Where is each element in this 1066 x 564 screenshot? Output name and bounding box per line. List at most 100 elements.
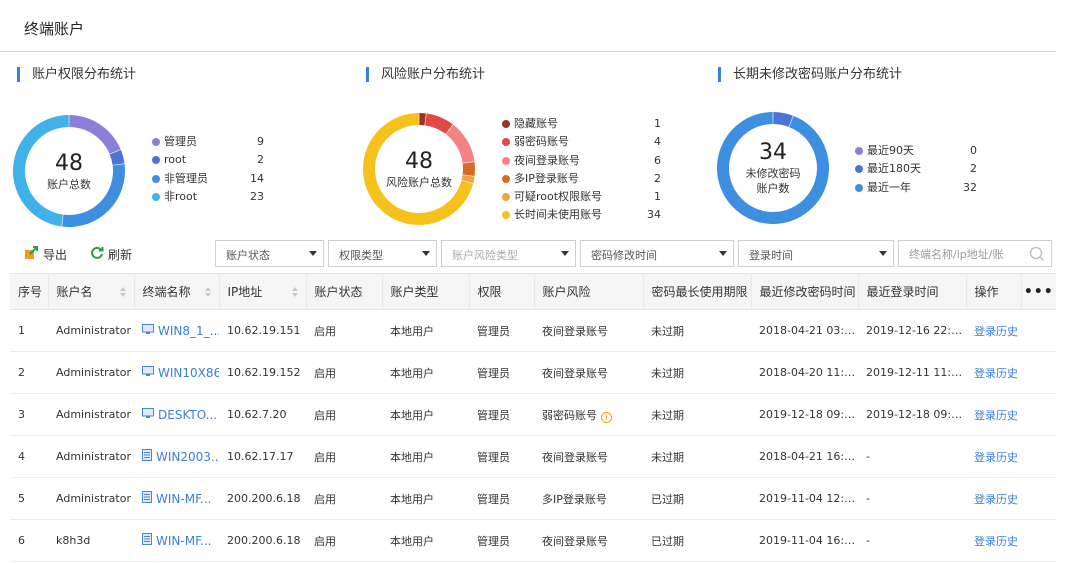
cell-permission: 管理员 [469, 519, 534, 562]
legend-item[interactable]: 非管理员 14 [152, 170, 264, 188]
terminal-link[interactable]: WIN10X86 [142, 365, 219, 380]
legend-item[interactable]: 夜间登录账号 6 [502, 152, 661, 170]
column-header[interactable]: 终端名称 [134, 273, 220, 310]
column-header: 密码最长使用期限 [643, 273, 752, 310]
cell-account: Administrator [48, 309, 134, 352]
legend-dot-icon [152, 174, 160, 183]
column-header-label: 账户名 [56, 285, 93, 299]
chevron-down-icon [561, 251, 569, 256]
risk-type-select[interactable]: 账户风险类型 [441, 240, 576, 267]
page-title: 终端账户 [24, 20, 85, 38]
search-input[interactable] [909, 246, 1027, 262]
legend-item[interactable]: 可疑root权限账号 1 [502, 188, 661, 206]
cell-pwd-modified: 2018-04-20 11:40... [751, 351, 858, 394]
terminal-link[interactable]: WIN2003... [142, 449, 219, 464]
cell-permission: 管理员 [469, 351, 534, 394]
donut-slice-非root[interactable] [12, 115, 69, 227]
cell-pwd-expire: 未过期 [643, 393, 751, 436]
donut-slice-管理员[interactable] [69, 115, 121, 154]
cell-status: 启用 [306, 435, 382, 478]
password-donut-svg [717, 112, 830, 224]
login-history-link[interactable]: 登录历史 [974, 535, 1018, 548]
legend-item[interactable]: 弱密码账号 4 [502, 133, 661, 151]
table-header-row: 序号 账户名 终端名称 IP地址 账户状态 账户类型 权限 账户风险 密码最长使… [10, 273, 1056, 310]
legend-dot-icon [152, 192, 160, 201]
chevron-down-icon [879, 251, 887, 256]
sort-icon[interactable] [119, 287, 126, 297]
sort-icon[interactable] [204, 287, 211, 297]
legend-item[interactable]: 最近90天 0 [855, 142, 977, 160]
login-time-select[interactable]: 登录时间 [738, 240, 894, 267]
terminal-name: WIN2003... [156, 449, 219, 464]
terminal-link[interactable]: WIN-MF... [142, 533, 211, 548]
cell-status: 启用 [306, 393, 382, 436]
monitor-icon [142, 365, 154, 380]
login-history-link[interactable]: 登录历史 [974, 325, 1018, 338]
column-header[interactable]: IP地址 [219, 273, 307, 310]
cell-account: Administrator [48, 393, 134, 436]
legend-item[interactable]: 多IP登录账号 2 [502, 170, 661, 188]
column-header[interactable]: 账户名 [48, 273, 135, 310]
cell-type: 本地用户 [382, 351, 469, 394]
column-header: 权限 [469, 273, 535, 310]
cell-pwd-expire: 未过期 [643, 309, 751, 352]
risk-donut-chart: 48 风险账户总数 [362, 112, 476, 226]
legend-value: 1 [654, 190, 661, 204]
search-box [898, 240, 1052, 267]
legend-item[interactable]: 管理员 9 [152, 133, 264, 151]
sort-icon[interactable] [291, 287, 298, 297]
terminal-name: WIN-MF... [156, 533, 212, 548]
column-header: 序号 [10, 273, 49, 310]
column-header-label: IP地址 [227, 285, 263, 299]
legend-value: 23 [250, 189, 264, 203]
cell-ip: 10.62.7.20 [219, 393, 306, 436]
risk-type-value: 账户风险类型 [452, 249, 518, 262]
cell-ip: 200.200.6.18 [219, 477, 306, 520]
login-history-link[interactable]: 登录历史 [974, 451, 1018, 464]
more-options-button[interactable]: ••• [1021, 273, 1056, 310]
legend-item[interactable]: 隐藏账号 1 [502, 115, 661, 133]
cell-no: 5 [10, 477, 48, 520]
column-header: 账户类型 [382, 273, 470, 310]
donut-slice-隐藏账号[interactable] [419, 113, 426, 126]
permission-legend: 管理员 9 root 2 非管理员 14 非root 23 [152, 133, 264, 206]
donut-slice-夜间登录账号[interactable] [445, 124, 475, 163]
cell-no: 4 [10, 435, 48, 478]
legend-item[interactable]: 长时间未使用账号 34 [502, 206, 661, 224]
donut-slice-非管理员[interactable] [62, 164, 125, 227]
legend-name: 多IP登录账号 [514, 171, 579, 185]
permission-type-select[interactable]: 权限类型 [328, 240, 437, 267]
terminal-link[interactable]: WIN-MF... [142, 491, 211, 506]
permission-type-value: 权限类型 [339, 249, 383, 262]
legend-dot-icon [855, 165, 863, 174]
legend-item[interactable]: 最近180天 2 [855, 160, 977, 178]
refresh-button[interactable]: 刷新 [90, 244, 132, 264]
chevron-down-icon [719, 251, 727, 256]
cell-pwd-expire: 已过期 [643, 477, 751, 520]
login-history-link[interactable]: 登录历史 [974, 493, 1018, 506]
info-icon[interactable]: i [601, 411, 612, 423]
table-row: 2 Administrator WIN10X86 10.62.19.152 启用 本地用户… [10, 351, 1056, 394]
search-icon[interactable] [1029, 246, 1045, 265]
cell-ip: 200.200.6.18 [219, 519, 306, 562]
donut-slice-最近一年[interactable] [717, 112, 830, 224]
terminal-link[interactable]: DESKTO... [142, 407, 217, 422]
terminal-link[interactable]: WIN8_1_... [142, 323, 219, 338]
legend-name: 非管理员 [164, 171, 208, 185]
legend-item[interactable]: 最近一年 32 [855, 179, 977, 197]
cell-last-login: - [858, 477, 966, 520]
cell-type: 本地用户 [382, 477, 469, 520]
account-status-select[interactable]: 账户状态 [215, 240, 324, 267]
donut-slice-最近180天[interactable] [773, 112, 793, 127]
cell-risk: 夜间登录账号 [542, 534, 608, 548]
legend-item[interactable]: root 2 [152, 151, 264, 169]
cell-type: 本地用户 [382, 519, 469, 562]
legend-item[interactable]: 非root 23 [152, 188, 264, 206]
donut-slice-多IP登录账号[interactable] [462, 162, 475, 176]
password-time-select[interactable]: 密码修改时间 [580, 240, 734, 267]
login-history-link[interactable]: 登录历史 [974, 409, 1018, 422]
password-legend: 最近90天 0 最近180天 2 最近一年 32 [855, 142, 977, 197]
account-status-value: 账户状态 [226, 249, 270, 262]
export-button[interactable]: 导出 [24, 244, 67, 264]
login-history-link[interactable]: 登录历史 [974, 367, 1018, 380]
